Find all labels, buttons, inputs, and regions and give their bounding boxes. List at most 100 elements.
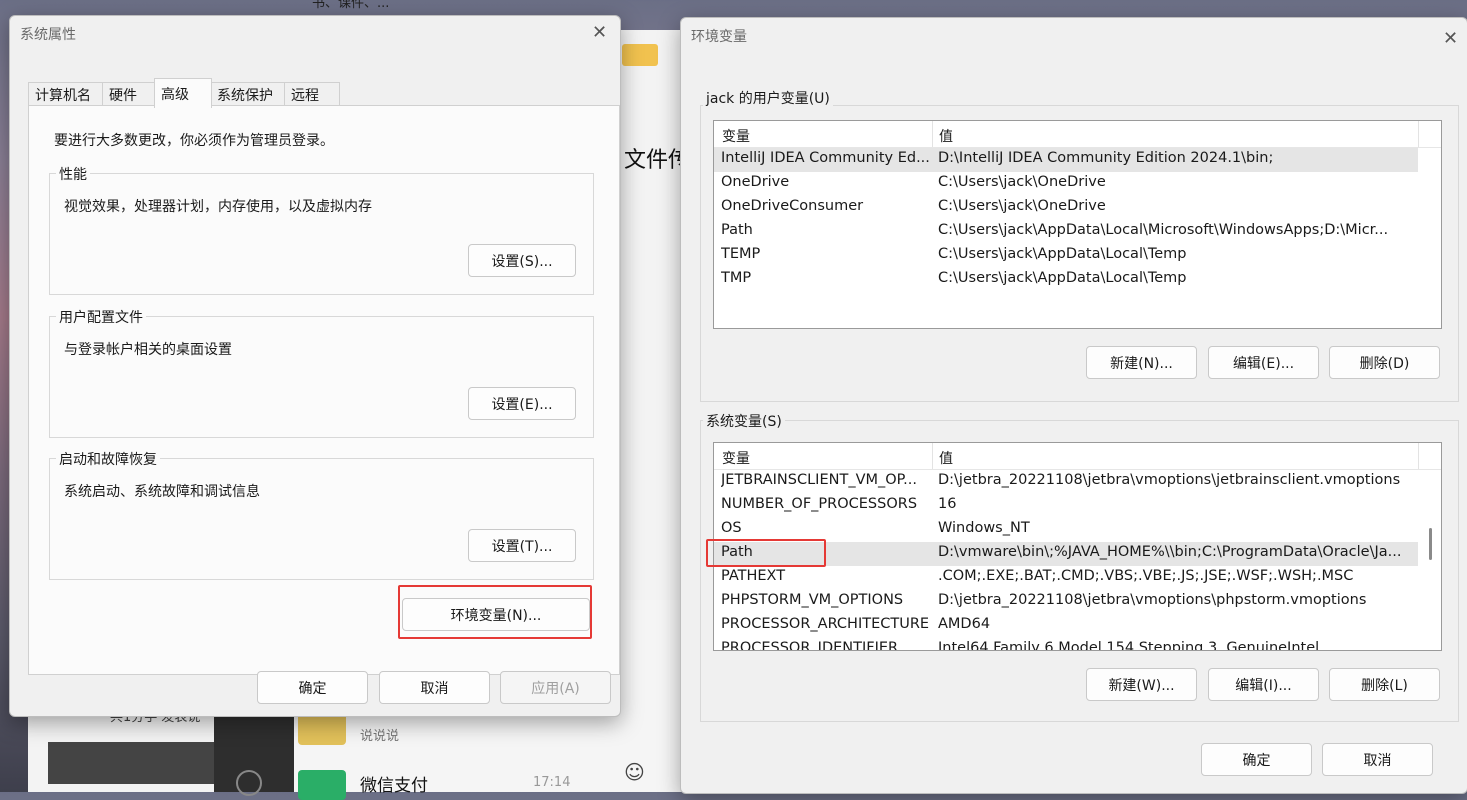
table-row[interactable]: OneDriveConsumer C:\Users\jack\OneDrive xyxy=(714,196,1441,220)
variable-name: PHPSTORM_VM_OPTIONS xyxy=(721,592,904,608)
bg-dark-box xyxy=(48,742,214,784)
column-divider[interactable] xyxy=(932,121,933,147)
table-row[interactable]: PROCESSOR_ARCHITECTURE AMD64 xyxy=(714,614,1441,638)
variable-value: C:\Users\jack\OneDrive xyxy=(938,174,1106,190)
startup-recovery-title: 启动和故障恢复 xyxy=(56,449,160,469)
performance-settings-button[interactable]: 设置(S)... xyxy=(468,244,576,277)
tab-hardware[interactable]: 硬件 xyxy=(102,82,158,107)
ok-button[interactable]: 确定 xyxy=(1201,743,1312,776)
variable-name: NUMBER_OF_PROCESSORS xyxy=(721,496,918,512)
user-variables-list[interactable]: 变量 值 IntelliJ IDEA Community Ed... D:\In… xyxy=(713,120,1442,329)
variable-value: C:\Users\jack\AppData\Local\Temp xyxy=(938,246,1187,262)
system-variables-list[interactable]: 变量 值 JETBRAINSCLIENT_VM_OP... D:\jetbra_… xyxy=(713,442,1442,651)
advanced-tab-pane: 要进行大多数更改，你必须作为管理员登录。 性能 视觉效果，处理器计划，内存使用，… xyxy=(28,105,620,675)
system-delete-button[interactable]: 删除(L) xyxy=(1329,668,1440,701)
close-icon[interactable]: ✕ xyxy=(592,22,607,43)
tab-remote[interactable]: 远程 xyxy=(284,82,340,107)
system-variables-title: 系统变量(S) xyxy=(703,411,785,431)
bg-circle-icon xyxy=(236,770,262,796)
variable-name: PROCESSOR_ARCHITECTURE xyxy=(721,616,929,632)
variable-value: D:\vmware\bin\;%JAVA_HOME%\\bin;C:\Progr… xyxy=(938,544,1402,560)
user-new-button[interactable]: 新建(N)... xyxy=(1086,346,1197,379)
dialog-title: 系统属性 xyxy=(20,27,76,43)
bg-top-fragment: 书、课件、... xyxy=(312,0,390,11)
variable-name: PATHEXT xyxy=(721,568,786,584)
admin-note: 要进行大多数更改，你必须作为管理员登录。 xyxy=(54,133,334,149)
column-header-value[interactable]: 值 xyxy=(939,126,953,146)
variable-name: OneDriveConsumer xyxy=(721,198,864,214)
column-header-variable[interactable]: 变量 xyxy=(722,448,750,468)
variable-value: .COM;.EXE;.BAT;.CMD;.VBS;.VBE;.JS;.JSE;.… xyxy=(938,568,1354,584)
cancel-button[interactable]: 取消 xyxy=(379,671,490,704)
wechat-pay-icon xyxy=(298,770,346,800)
variable-name: OneDrive xyxy=(721,174,790,190)
column-divider[interactable] xyxy=(1418,121,1419,147)
scrollbar-thumb[interactable] xyxy=(1429,528,1432,560)
variable-name: TEMP xyxy=(721,246,761,262)
table-row[interactable]: NUMBER_OF_PROCESSORS 16 xyxy=(714,494,1441,518)
startup-recovery-settings-button[interactable]: 设置(T)... xyxy=(468,529,576,562)
variable-name: OS xyxy=(721,520,742,536)
tab-advanced[interactable]: 高级 xyxy=(154,78,212,108)
table-row[interactable]: Path C:\Users\jack\AppData\Local\Microso… xyxy=(714,220,1441,244)
cancel-button[interactable]: 取消 xyxy=(1322,743,1433,776)
variable-name: Path xyxy=(721,222,753,238)
folder-icon xyxy=(622,44,658,66)
table-row[interactable]: PROCESSOR_IDENTIFIER Intel64 Family 6 Mo… xyxy=(714,638,1441,651)
performance-desc: 视觉效果，处理器计划，内存使用，以及虚拟内存 xyxy=(64,199,372,215)
user-delete-button[interactable]: 删除(D) xyxy=(1329,346,1440,379)
system-edit-button[interactable]: 编辑(I)... xyxy=(1208,668,1319,701)
ok-button[interactable]: 确定 xyxy=(257,671,368,704)
apply-button[interactable]: 应用(A) xyxy=(500,671,611,704)
user-edit-button[interactable]: 编辑(E)... xyxy=(1208,346,1319,379)
list-header: 变量 值 xyxy=(714,443,1441,470)
variable-name: Path xyxy=(721,544,753,560)
startup-recovery-group: 启动和故障恢复 系统启动、系统故障和调试信息 设置(T)... xyxy=(49,449,594,580)
table-row[interactable]: TEMP C:\Users\jack\AppData\Local\Temp xyxy=(714,244,1441,268)
system-new-button[interactable]: 新建(W)... xyxy=(1086,668,1197,701)
variable-value: Intel64 Family 6 Model 154 Stepping 3, G… xyxy=(938,640,1320,651)
variable-value: 16 xyxy=(938,496,957,512)
variable-value: D:\jetbra_20221108\jetbra\vmoptions\phps… xyxy=(938,592,1367,608)
table-row[interactable]: PATHEXT .COM;.EXE;.BAT;.CMD;.VBS;.VBE;.J… xyxy=(714,566,1441,590)
tab-system-protection[interactable]: 系统保护 xyxy=(210,82,286,107)
performance-title: 性能 xyxy=(56,164,90,184)
column-divider[interactable] xyxy=(1418,443,1419,469)
user-profile-settings-button[interactable]: 设置(E)... xyxy=(468,387,576,420)
table-row[interactable]: TMP C:\Users\jack\AppData\Local\Temp xyxy=(714,268,1441,292)
startup-recovery-desc: 系统启动、系统故障和调试信息 xyxy=(64,484,260,500)
variable-value: D:\IntelliJ IDEA Community Edition 2024.… xyxy=(938,150,1274,166)
table-row[interactable]: IntelliJ IDEA Community Ed... D:\Intelli… xyxy=(714,148,1418,172)
environment-variables-dialog: 环境变量 ✕ jack 的用户变量(U) 变量 值 IntelliJ IDEA … xyxy=(680,17,1467,794)
close-icon[interactable]: ✕ xyxy=(1443,28,1458,49)
variable-value: C:\Users\jack\AppData\Local\Temp xyxy=(938,270,1187,286)
bg-item-time: 17:14 xyxy=(533,775,571,790)
variable-value: C:\Users\jack\OneDrive xyxy=(938,198,1106,214)
bg-item-label: 说说说 xyxy=(360,729,400,744)
column-header-value[interactable]: 值 xyxy=(939,448,953,468)
dialog-title: 环境变量 xyxy=(691,29,747,45)
table-row[interactable]: OneDrive C:\Users\jack\OneDrive xyxy=(714,172,1441,196)
variable-name: TMP xyxy=(721,270,752,286)
variable-value: Windows_NT xyxy=(938,520,1030,536)
variable-value: AMD64 xyxy=(938,616,991,632)
table-row[interactable]: JETBRAINSCLIENT_VM_OP... D:\jetbra_20221… xyxy=(714,470,1441,494)
user-profile-title: 用户配置文件 xyxy=(56,307,146,327)
variable-name: IntelliJ IDEA Community Ed... xyxy=(721,150,929,166)
user-variables-title: jack 的用户变量(U) xyxy=(703,88,833,108)
table-row[interactable]: PHPSTORM_VM_OPTIONS D:\jetbra_20221108\j… xyxy=(714,590,1441,614)
list-header: 变量 值 xyxy=(714,121,1441,148)
user-profile-desc: 与登录帐户相关的桌面设置 xyxy=(64,342,232,358)
smile-icon[interactable]: ☺ xyxy=(624,760,645,784)
column-divider[interactable] xyxy=(932,443,933,469)
variable-value: D:\jetbra_20221108\jetbra\vmoptions\jetb… xyxy=(938,472,1401,488)
environment-variables-button[interactable]: 环境变量(N)... xyxy=(402,598,590,631)
user-profile-group: 用户配置文件 与登录帐户相关的桌面设置 设置(E)... xyxy=(49,307,594,438)
table-row[interactable]: Path D:\vmware\bin\;%JAVA_HOME%\\bin;C:\… xyxy=(714,542,1418,566)
table-row[interactable]: OS Windows_NT xyxy=(714,518,1441,542)
system-properties-dialog: 系统属性 ✕ 计算机名 硬件 高级 系统保护 远程 要进行大多数更改，你必须作为… xyxy=(9,15,621,717)
variable-name: PROCESSOR_IDENTIFIER xyxy=(721,640,899,651)
performance-group: 性能 视觉效果，处理器计划，内存使用，以及虚拟内存 设置(S)... xyxy=(49,164,594,295)
tab-computer-name[interactable]: 计算机名 xyxy=(28,82,104,107)
column-header-variable[interactable]: 变量 xyxy=(722,126,750,146)
